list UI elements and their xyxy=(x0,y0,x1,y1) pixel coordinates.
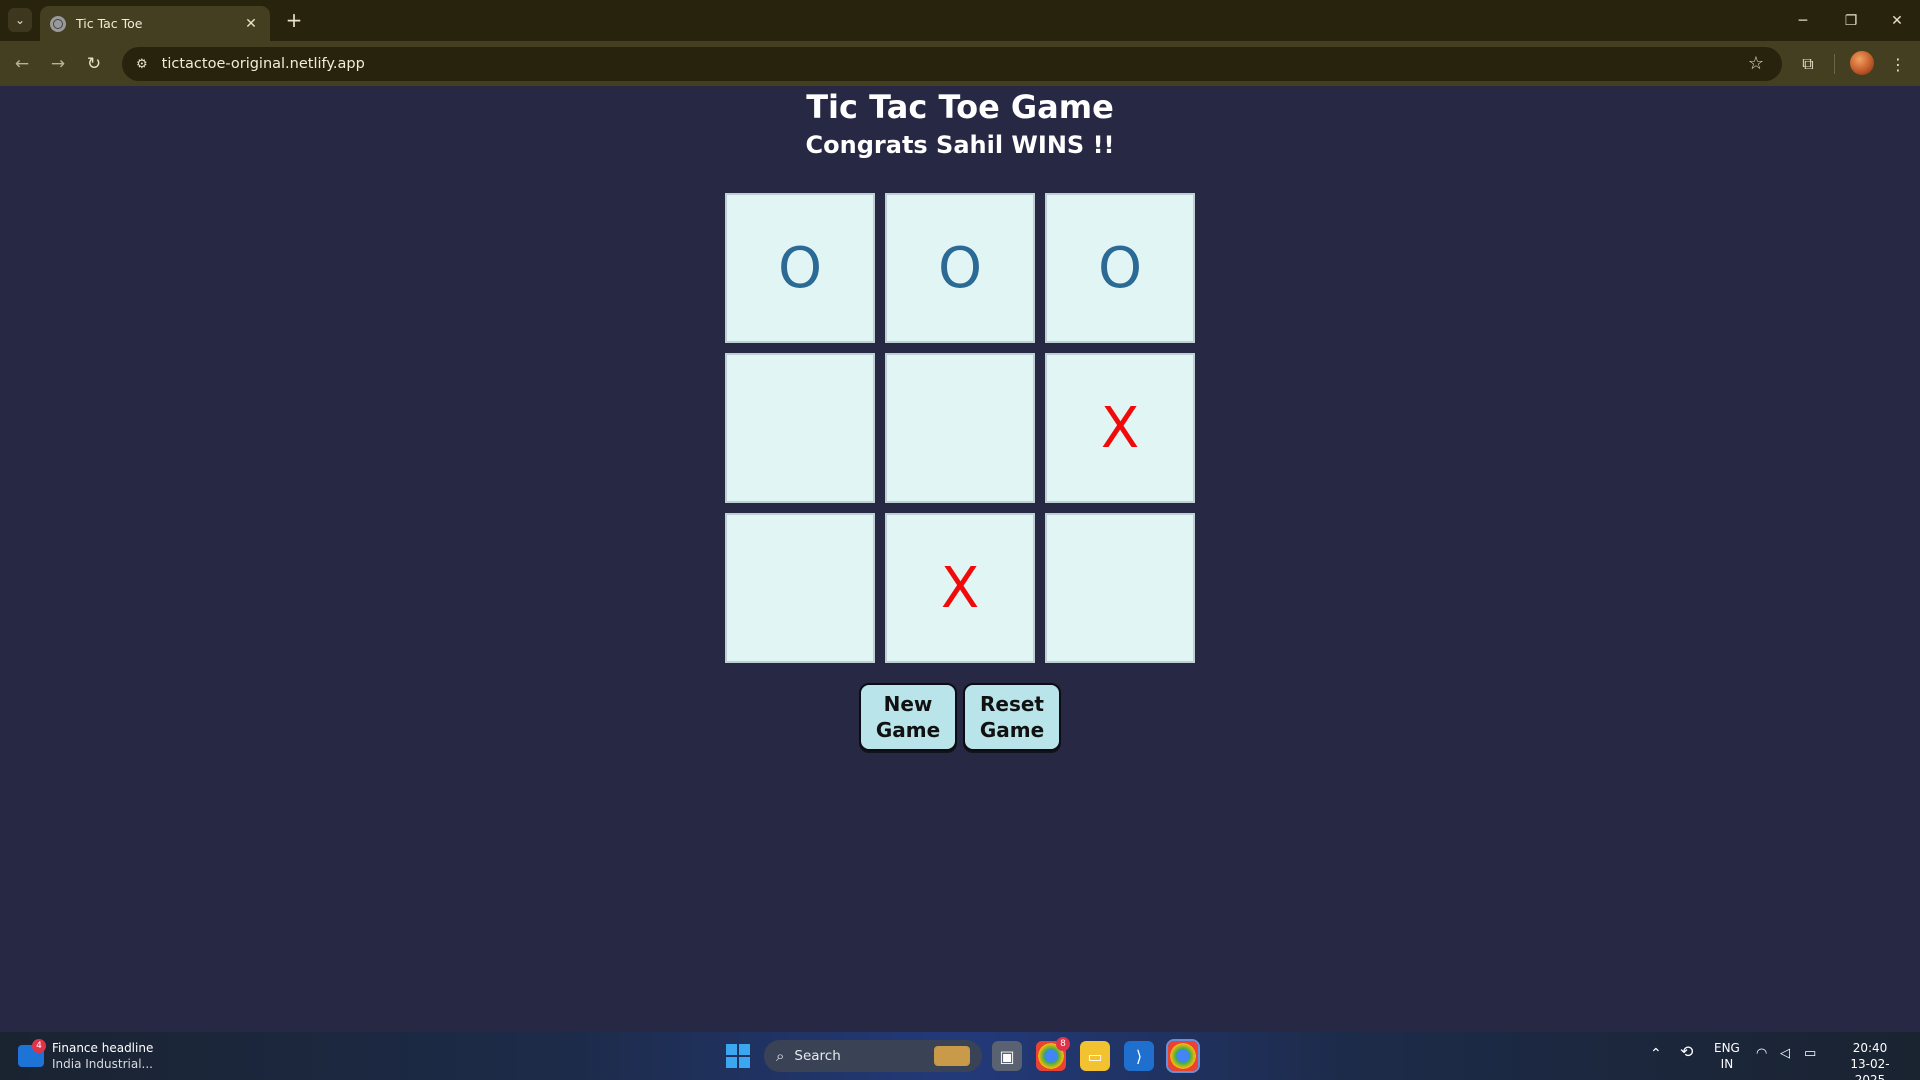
new-game-button[interactable]: New Game xyxy=(859,683,957,751)
file-explorer-icon[interactable]: ▭ xyxy=(1080,1041,1110,1071)
extensions-icon[interactable]: ⧉ xyxy=(1794,50,1822,78)
task-view-icon[interactable]: ▣ xyxy=(992,1041,1022,1071)
minimize-icon[interactable]: ─ xyxy=(1780,0,1826,41)
profile-avatar[interactable] xyxy=(1850,51,1874,75)
chrome-icon[interactable]: 8 xyxy=(1036,1037,1070,1071)
close-window-icon[interactable]: ✕ xyxy=(1874,0,1920,41)
news-widget[interactable]: 4 Finance headline India Industrial... xyxy=(18,1039,154,1072)
bookmark-star-icon[interactable]: ☆ xyxy=(1748,53,1764,74)
close-tab-icon[interactable]: ✕ xyxy=(242,16,260,32)
new-tab-icon[interactable]: + xyxy=(282,8,306,32)
restore-icon[interactable]: ❐ xyxy=(1828,0,1874,41)
url-text: tictactoe-original.netlify.app xyxy=(161,56,365,72)
notification-badge: 4 xyxy=(32,1039,46,1053)
board-cell[interactable] xyxy=(1045,513,1195,663)
vscode-icon[interactable]: ⟩ xyxy=(1124,1041,1154,1071)
board-cell[interactable]: O xyxy=(725,193,875,343)
windows-start-icon[interactable] xyxy=(726,1044,750,1068)
battery-icon[interactable]: ▭ xyxy=(1804,1046,1816,1062)
browser-tab[interactable]: Tic Tac Toe ✕ xyxy=(40,6,270,41)
search-highlight-icon xyxy=(934,1046,970,1066)
page-title: Tic Tac Toe Game xyxy=(806,88,1114,126)
menu-icon[interactable]: ⋮ xyxy=(1884,50,1912,78)
chrome-badge: 8 xyxy=(1056,1037,1070,1051)
show-hidden-icons[interactable]: ⌃ xyxy=(1650,1046,1662,1062)
browser-toolbar: ← → ↻ ⚙ tictactoe-original.netlify.app ☆… xyxy=(0,41,1920,86)
sync-icon[interactable]: ⟲ xyxy=(1680,1044,1693,1060)
board-cell[interactable]: O xyxy=(885,193,1035,343)
tab-search-dropdown-icon[interactable]: ⌄ xyxy=(8,8,32,32)
game-board: O O O X X xyxy=(725,193,1195,663)
search-icon: ⌕ xyxy=(776,1047,785,1065)
volume-icon[interactable]: ◁ xyxy=(1780,1046,1790,1062)
globe-icon xyxy=(50,15,66,32)
forward-icon[interactable]: → xyxy=(44,50,72,78)
reset-game-button[interactable]: Reset Game xyxy=(963,683,1061,751)
address-bar[interactable]: ⚙ tictactoe-original.netlify.app ☆ xyxy=(122,47,1782,81)
winner-message: Congrats Sahil WINS !! xyxy=(805,131,1115,159)
news-subtitle: India Industrial... xyxy=(52,1057,153,1071)
toolbar-divider xyxy=(1834,54,1835,74)
board-cell[interactable] xyxy=(725,513,875,663)
taskbar-search[interactable]: ⌕ Search xyxy=(764,1040,982,1072)
tab-title: Tic Tac Toe xyxy=(76,16,143,31)
board-cell[interactable]: X xyxy=(885,513,1035,663)
back-icon[interactable]: ← xyxy=(8,50,36,78)
chrome-active-icon[interactable] xyxy=(1166,1039,1200,1073)
board-cell[interactable]: X xyxy=(1045,353,1195,503)
browser-tab-strip: ⌄ Tic Tac Toe ✕ + ─ ❐ ✕ xyxy=(0,0,1920,41)
news-icon: 4 xyxy=(18,1039,46,1067)
search-label: Search xyxy=(794,1048,841,1064)
clock[interactable]: 20:40 13-02-2025 xyxy=(1836,1040,1904,1080)
game-page: Tic Tac Toe Game Congrats Sahil WINS !! … xyxy=(0,86,1920,1032)
news-title: Finance headline xyxy=(52,1041,154,1055)
board-cell[interactable] xyxy=(885,353,1035,503)
reload-icon[interactable]: ↻ xyxy=(80,50,108,78)
language-indicator[interactable]: ENG IN xyxy=(1714,1040,1740,1072)
board-cell[interactable] xyxy=(725,353,875,503)
board-cell[interactable]: O xyxy=(1045,193,1195,343)
site-info-icon[interactable]: ⚙ xyxy=(136,57,148,72)
wifi-icon[interactable]: ◠ xyxy=(1756,1046,1767,1062)
